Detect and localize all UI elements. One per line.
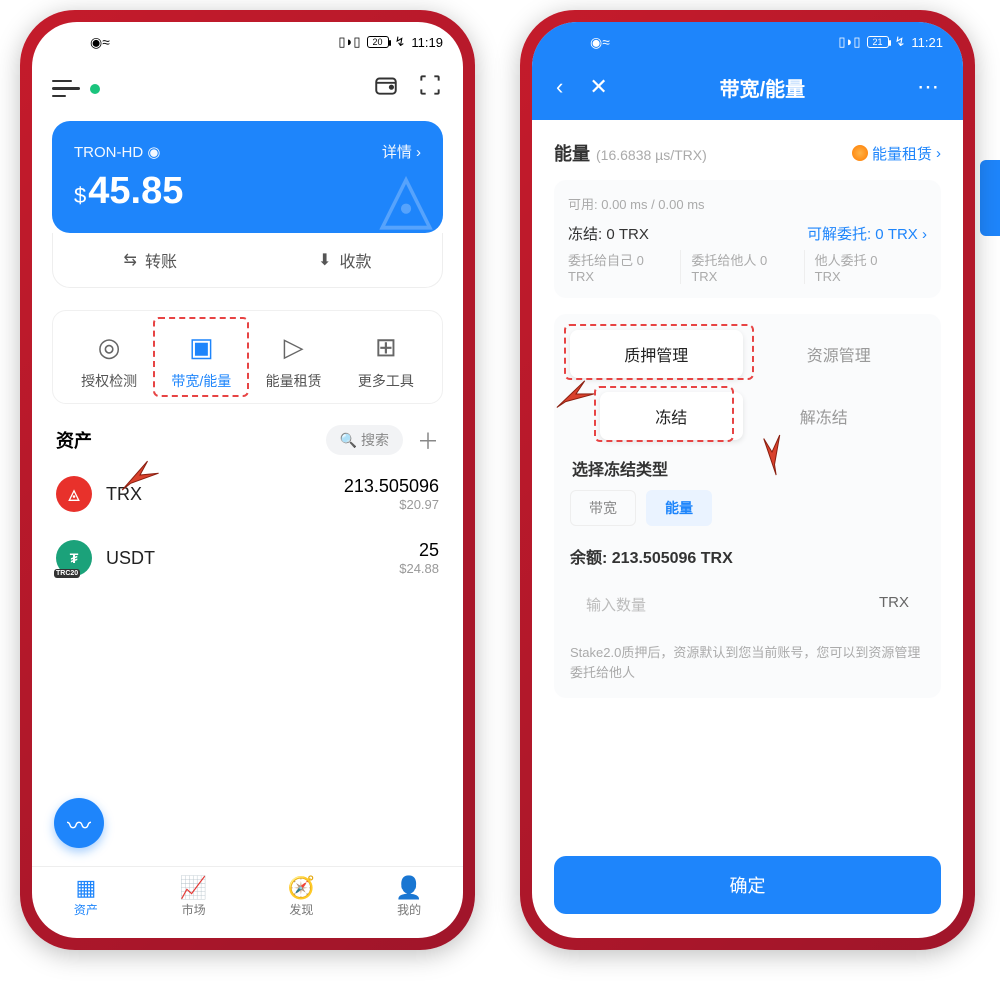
tab-freeze[interactable]: 冻结 <box>600 392 743 440</box>
col-others-in: 他人委托 0TRX <box>804 250 927 284</box>
stake-note: Stake2.0质押后，资源默认到您当前账号，您可以到资源管理委托给他人 <box>570 643 925 682</box>
close-button[interactable]: ✕ <box>583 68 613 106</box>
transfer-icon: ⇆ <box>124 250 137 270</box>
balance-card: TRON-HD ◉ 详情 › $45.85 ◬ <box>52 121 443 233</box>
page-title: 带宽/能量 <box>720 73 806 102</box>
balance-line: 余额: 213.505096 TRX <box>570 544 925 568</box>
scan-icon[interactable] <box>417 72 443 105</box>
tool-energy-rent[interactable]: ▷能量租赁 <box>248 329 340 391</box>
asset-amount: 25 <box>399 540 439 561</box>
device-right: ◉ ≈ ▯◗▯ 21 ↯ 11:21 ‹ ✕ 带宽/能量 ⋯ 能量(16.683… <box>520 10 975 950</box>
asset-symbol: USDT <box>106 548 399 569</box>
wifi-icon: ◉ ≈ <box>90 34 108 51</box>
tron-bg-icon: ◬ <box>379 156 433 233</box>
screen-right: ◉ ≈ ▯◗▯ 21 ↯ 11:21 ‹ ✕ 带宽/能量 ⋯ 能量(16.683… <box>532 22 963 938</box>
device-left: ◉ ≈ ▯◗▯ 20 ↯ 11:19 <box>20 10 475 950</box>
grid-icon: ⊞ <box>340 329 432 365</box>
pill-energy[interactable]: 能量 <box>646 490 712 526</box>
assets-title: 资产 <box>56 427 92 453</box>
battery-icon: 21 <box>867 36 889 48</box>
delegate-link[interactable]: 可解委托: 0 TRX › <box>807 223 927 244</box>
vibrate-icon: ▯◗▯ <box>338 34 360 50</box>
asset-symbol: TRX <box>106 484 344 505</box>
search-input[interactable]: 🔍 搜索 <box>326 425 403 455</box>
tab-stake-manage[interactable]: 质押管理 <box>570 330 743 378</box>
nav-assets[interactable]: ▦资产 <box>32 875 140 918</box>
energy-label: 能量(16.6838 µs/TRX) <box>554 140 707 166</box>
amount-input[interactable]: 输入数量 TRX <box>570 578 925 631</box>
receive-icon: ⬇ <box>318 250 331 270</box>
col-self: 委托给自己 0TRX <box>568 250 680 284</box>
tools-card: ◎授权检测 ▣带宽/能量 ▷能量租赁 ⊞更多工具 <box>52 310 443 404</box>
asset-usd: $20.97 <box>344 497 439 512</box>
freeze-info-card: 可用: 0.00 ms / 0.00 ms 冻结: 0 TRX 可解委托: 0 … <box>554 180 941 298</box>
chip-icon: ▣ <box>155 329 247 365</box>
freeze-type-title: 选择冻结类型 <box>572 456 923 480</box>
energy-rate: (16.6838 µs/TRX) <box>596 147 707 163</box>
nav-discover[interactable]: 🧭发现 <box>248 875 356 918</box>
nav-assets-icon: ▦ <box>32 875 140 901</box>
available-text: 可用: 0.00 ms / 0.00 ms <box>568 194 927 213</box>
tool-auth-check[interactable]: ◎授权检测 <box>63 329 155 391</box>
add-asset-button[interactable]: ＋ <box>417 424 439 456</box>
charging-icon: ↯ <box>395 34 406 50</box>
connection-dot <box>90 84 100 94</box>
receive-button[interactable]: ⬇收款 <box>248 233 443 287</box>
col-others-out: 委托给他人 0TRX <box>680 250 803 284</box>
battery-icon: 20 <box>367 36 389 48</box>
asset-amount: 213.505096 <box>344 476 439 497</box>
asset-row-usdt[interactable]: ₮TRC20 USDT 25$24.88 <box>32 526 463 590</box>
back-button[interactable]: ‹ <box>550 68 569 106</box>
energy-rent-link[interactable]: 能量租赁 › <box>852 143 941 164</box>
asset-usd: $24.88 <box>399 561 439 576</box>
wallet-name: TRON-HD <box>74 144 143 161</box>
confirm-button[interactable]: 确定 <box>554 856 941 914</box>
status-bar: ◉ ≈ ▯◗▯ 20 ↯ 11:19 <box>32 22 463 62</box>
wifi-icon: ◉ ≈ <box>590 34 608 51</box>
cursor-icon: ▷ <box>248 329 340 365</box>
eye-icon[interactable]: ◉ <box>147 144 160 161</box>
tab-unfreeze[interactable]: 解冻结 <box>753 392 896 440</box>
balance-amount: $45.85 <box>74 170 421 213</box>
seg-manage: 质押管理 资源管理 <box>570 330 925 378</box>
status-time: 11:19 <box>411 35 443 50</box>
bottom-nav: ▦资产 📈市场 🧭发现 👤我的 <box>32 866 463 938</box>
nav-me-icon: 👤 <box>355 875 463 901</box>
vibrate-icon: ▯◗▯ <box>838 34 860 50</box>
charging-icon: ↯ <box>895 34 906 50</box>
usdt-icon: ₮TRC20 <box>56 540 92 576</box>
side-tab <box>980 160 1000 236</box>
screen-left: ◉ ≈ ▯◗▯ 20 ↯ 11:19 <box>32 22 463 938</box>
wallet-icon[interactable] <box>373 72 399 105</box>
tab-resource-manage[interactable]: 资源管理 <box>753 330 926 378</box>
tool-bandwidth-energy[interactable]: ▣带宽/能量 <box>155 329 247 391</box>
nav-market-icon: 📈 <box>140 875 248 901</box>
page-header: ‹ ✕ 带宽/能量 ⋯ <box>532 62 963 120</box>
top-bar <box>32 62 463 113</box>
status-time: 11:21 <box>911 35 943 50</box>
nav-me[interactable]: 👤我的 <box>355 875 463 918</box>
shield-icon: ◎ <box>63 329 155 365</box>
fab-button[interactable]: 〰 <box>54 798 104 848</box>
fire-icon <box>852 145 868 161</box>
battery-level: 21 <box>873 37 883 47</box>
nav-discover-icon: 🧭 <box>248 875 356 901</box>
stake-card: 质押管理 资源管理 冻结 解冻结 选择冻结类型 带宽 <box>554 314 941 698</box>
nav-market[interactable]: 📈市场 <box>140 875 248 918</box>
battery-level: 20 <box>373 37 383 47</box>
status-bar: ◉ ≈ ▯◗▯ 21 ↯ 11:21 <box>532 22 963 62</box>
trx-icon: ◬ <box>56 476 92 512</box>
menu-icon[interactable] <box>52 80 80 98</box>
input-placeholder: 输入数量 <box>586 594 646 615</box>
tool-more[interactable]: ⊞更多工具 <box>340 329 432 391</box>
asset-row-trx[interactable]: ◬ TRX 213.505096$20.97 <box>32 462 463 526</box>
more-button[interactable]: ⋯ <box>911 68 945 106</box>
seg-freeze: 冻结 解冻结 <box>600 392 895 440</box>
frozen-amount: 冻结: 0 TRX <box>568 223 649 244</box>
transfer-button[interactable]: ⇆转账 <box>53 233 248 287</box>
pill-bandwidth[interactable]: 带宽 <box>570 490 636 526</box>
input-unit: TRX <box>879 594 909 615</box>
